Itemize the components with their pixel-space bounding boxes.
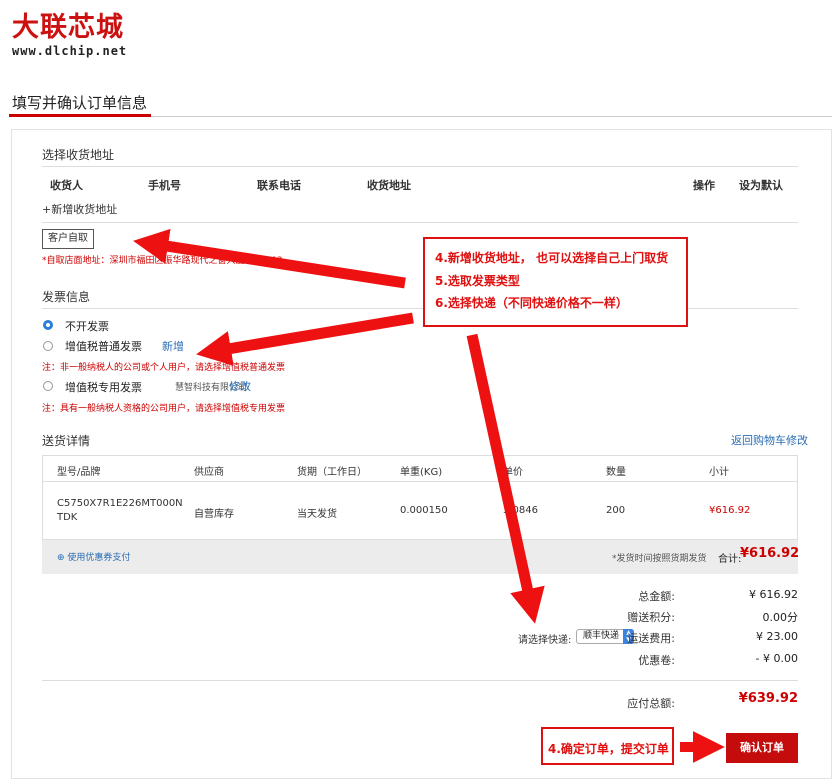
- col-set-default: 设为默认: [739, 179, 783, 192]
- sum-total-label: 总金额:: [638, 590, 675, 603]
- coupon-label: 优惠卷:: [638, 654, 675, 667]
- confirm-callout: 4.确定订单，提交订单: [541, 727, 674, 765]
- item-supplier: 自营库存: [194, 509, 234, 520]
- total-label: 合计:: [718, 554, 742, 565]
- radio-special-invoice[interactable]: [43, 381, 53, 391]
- col-phone: 联系电话: [257, 179, 301, 192]
- logo-text: 大联芯城: [12, 12, 124, 43]
- coupon-value: - ¥ 0.00: [755, 652, 798, 665]
- invoice-heading: 发票信息: [42, 290, 91, 304]
- coupon-link[interactable]: ⊕ 使用优惠券支付: [57, 550, 130, 563]
- sum-total-value: ¥ 616.92: [749, 588, 798, 601]
- add-invoice-link[interactable]: 新增: [162, 338, 184, 354]
- customer-pickup-button[interactable]: 客户自取: [42, 229, 94, 249]
- item-quantity: 200: [606, 505, 626, 516]
- th-quantity: 数量: [606, 467, 626, 478]
- points-value: 0.00分: [762, 611, 799, 624]
- address-heading: 选择收货地址: [42, 148, 115, 162]
- total-value: ¥616.92: [740, 546, 800, 561]
- callout-line-2: 5.选取发票类型: [435, 274, 520, 288]
- col-address: 收货地址: [367, 179, 411, 192]
- item-model: C5750X7R1E226MT000N: [57, 498, 183, 509]
- callout-line-3: 6.选择快递（不同快递价格不一样）: [435, 296, 628, 310]
- delivery-heading: 送货详情: [42, 434, 91, 448]
- item-subtotal: ¥616.92: [709, 505, 751, 516]
- instruction-callout: 4.新增收货地址， 也可以选择自己上门取货 5.选取发票类型 6.选择快递（不同…: [423, 237, 688, 327]
- th-model: 型号/品牌: [57, 467, 101, 478]
- confirm-callout-text: 4.确定订单，提交订单: [548, 742, 669, 756]
- summary-divider: [42, 680, 798, 681]
- item-lead-time: 当天发货: [297, 509, 337, 520]
- item-unit-price: 3.0846: [503, 505, 538, 516]
- add-address-link[interactable]: +新增收货地址: [42, 201, 117, 217]
- coupon-link-label: 使用优惠券支付: [67, 553, 131, 563]
- address-divider-2: [42, 222, 798, 223]
- th-lead-time: 货期（工作日）: [297, 467, 367, 478]
- pickup-address-note: *自取店面地址：深圳市福田区振华路现代之窗大厦A座1003: [42, 256, 283, 266]
- th-unit-price: 单价: [503, 467, 523, 478]
- normal-invoice-note: 注：非一般纳税人的公司或个人用户，请选择增值税普通发票: [42, 363, 286, 373]
- logo-url: www.dlchip.net: [12, 44, 128, 58]
- points-label: 赠送积分:: [627, 611, 675, 624]
- col-operation: 操作: [693, 179, 715, 192]
- title-underline: [9, 114, 151, 117]
- th-subtotal: 小计: [709, 467, 729, 478]
- item-brand: TDK: [57, 512, 78, 523]
- plus-circle-icon: ⊕: [57, 553, 65, 563]
- order-panel: [11, 129, 832, 779]
- th-unit-weight: 单重(KG): [400, 467, 443, 478]
- back-to-cart-link[interactable]: 返回购物车修改: [731, 432, 808, 448]
- ship-time-note: *发货时间按照货期发货: [612, 554, 707, 564]
- th-supplier: 供应商: [194, 467, 224, 478]
- radio-no-invoice[interactable]: [43, 320, 53, 330]
- shipping-fee-value: ¥ 23.00: [756, 630, 798, 643]
- page-title: 填写并确认订单信息: [12, 94, 148, 112]
- radio-normal-invoice[interactable]: [43, 341, 53, 351]
- callout-line-1: 4.新增收货地址， 也可以选择自己上门取货: [435, 251, 669, 265]
- payable-value: ¥639.92: [738, 691, 798, 706]
- courier-selected: 顺丰快递: [583, 631, 620, 641]
- confirm-order-button[interactable]: 确认订单: [726, 733, 798, 763]
- normal-invoice-label: 增值税普通发票: [65, 340, 142, 353]
- no-invoice-label: 不开发票: [65, 320, 109, 333]
- shipping-fee-label: 运送费用:: [627, 632, 675, 645]
- col-consignee: 收货人: [50, 179, 83, 192]
- address-divider: [42, 166, 798, 167]
- special-invoice-label: 增值税专用发票: [65, 381, 142, 394]
- special-invoice-note: 注：具有一般纳税人资格的公司用户，请选择增值税专用发票: [42, 404, 286, 414]
- col-mobile: 手机号: [148, 179, 181, 192]
- item-unit-weight: 0.000150: [400, 505, 448, 516]
- courier-prompt: 请选择快递:: [518, 635, 572, 646]
- site-logo[interactable]: 大联芯城 www.dlchip.net: [12, 12, 127, 58]
- edit-invoice-link[interactable]: 修改: [229, 378, 251, 394]
- payable-label: 应付总额:: [627, 697, 675, 710]
